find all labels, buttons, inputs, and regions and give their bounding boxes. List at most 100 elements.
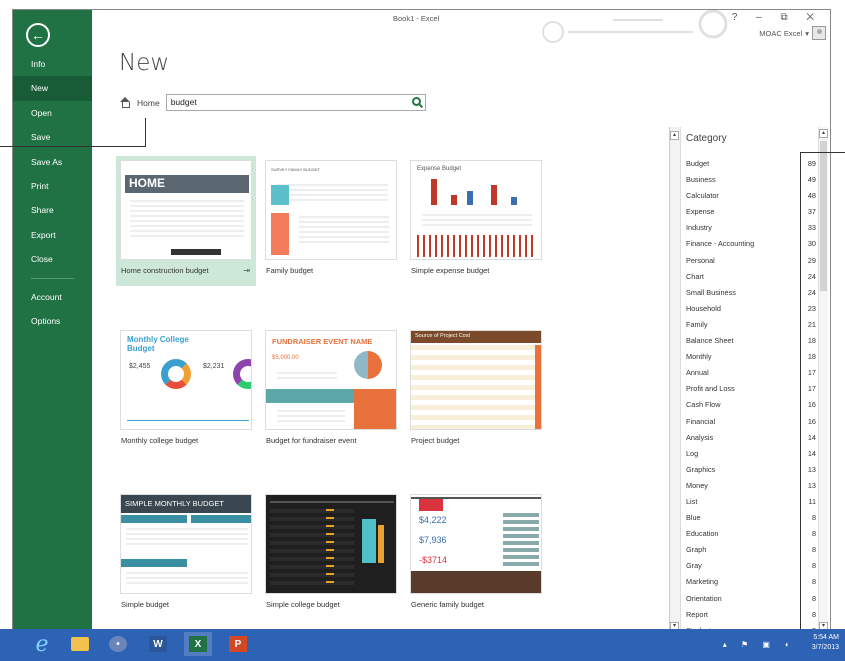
avatar[interactable] (812, 26, 826, 40)
template-tile[interactable]: Monthly College Budget $2,455 $2,231 Mon… (116, 326, 256, 456)
category-item[interactable]: Education 8 (686, 526, 816, 542)
callout-line (0, 146, 146, 147)
home-link[interactable]: Home (137, 98, 160, 108)
word-icon[interactable]: W (144, 632, 172, 656)
category-name: Orientation (686, 593, 722, 603)
user-name[interactable]: MOAC Excel (759, 29, 802, 38)
category-item[interactable]: Household 23 (686, 301, 816, 317)
template-tile[interactable]: HOME Home construction budget ⇥ (116, 156, 256, 286)
category-item[interactable]: Balance Sheet 18 (686, 333, 816, 349)
thumb-value: $4,222 (419, 515, 447, 525)
category-count: 8 (811, 529, 816, 539)
category-name: Cash Flow (686, 400, 721, 410)
category-item[interactable]: Expense 37 (686, 204, 816, 220)
sidebar-item-export[interactable]: Export (13, 223, 92, 247)
category-name: Gray (686, 561, 702, 571)
sidebar-item-account[interactable]: Account (13, 285, 92, 309)
sidebar-item-new[interactable]: New (13, 76, 92, 101)
sidebar-item-info[interactable]: Info (13, 52, 92, 76)
template-thumbnail: $4,222 $7,936 -$3714 (410, 494, 542, 594)
template-label: Simple college budget (266, 600, 340, 609)
thumb-value: $2,455 (129, 363, 151, 370)
category-item[interactable]: Business 49 (686, 172, 816, 188)
category-item[interactable]: Finance - Accounting 30 (686, 236, 816, 252)
search-icon[interactable] (411, 97, 421, 106)
clock[interactable]: 5:54 AM 3/7/2013 (812, 633, 839, 653)
sidebar-item-share[interactable]: Share (13, 198, 92, 222)
file-explorer-icon[interactable] (66, 632, 94, 656)
category-item[interactable]: List 11 (686, 494, 816, 510)
internet-explorer-icon[interactable]: e (28, 632, 56, 657)
chevron-up-icon[interactable]: ▴ (670, 131, 679, 140)
category-item[interactable]: Orientation 8 (686, 591, 816, 607)
category-item[interactable]: Log 14 (686, 446, 816, 462)
windows-taskbar: e • W X P ▴ ⚑ ▣ ◖ 5:54 AM 3/7/2013 (0, 629, 845, 661)
media-app-icon[interactable]: • (104, 632, 132, 656)
category-item[interactable]: Marketing 8 (686, 574, 816, 590)
category-count: 37 (807, 207, 816, 217)
category-name: Small Business (686, 287, 736, 297)
template-tile[interactable]: $4,222 $7,936 -$3714 Generic family budg… (406, 490, 546, 620)
category-item[interactable]: Personal 29 (686, 253, 816, 269)
category-item[interactable]: Gray 8 (686, 558, 816, 574)
category-count: 8 (811, 609, 816, 619)
template-tile[interactable]: Simple college budget (261, 490, 401, 620)
category-name: Budget (686, 159, 710, 168)
account-area[interactable]: MOAC Excel ▾ (759, 26, 826, 40)
powerpoint-icon[interactable]: P (224, 632, 252, 656)
category-item[interactable]: Graph 8 (686, 542, 816, 558)
category-name: Monthly (686, 352, 712, 362)
sidebar-item-options[interactable]: Options (13, 309, 92, 333)
thumb-title: Monthly College Budget (127, 335, 189, 353)
template-tile[interactable]: FUNDRAISER EVENT NAME $5,000.00 Budget f… (261, 326, 401, 456)
search-input[interactable]: budget (165, 94, 426, 111)
category-item[interactable]: Budget 89 (686, 156, 816, 172)
category-name: Education (686, 529, 719, 539)
window-title: Book1 - Excel (393, 14, 440, 23)
category-item[interactable]: Report 8 (686, 607, 816, 623)
template-tile[interactable]: SIMPLE MONTHLY BUDGET Simple budget (116, 490, 256, 620)
category-item[interactable]: Analysis 14 (686, 430, 816, 446)
category-item[interactable]: Chart 24 (686, 269, 816, 285)
scroll-up-icon[interactable]: ▴ (819, 129, 828, 138)
sidebar-item-open[interactable]: Open (13, 101, 92, 125)
thumb-value: $7,936 (419, 535, 447, 545)
home-icon[interactable] (119, 97, 131, 108)
category-item[interactable]: Cash Flow 16 (686, 397, 816, 413)
template-thumbnail: Expense Budget (410, 160, 542, 260)
scrollbar-thumb[interactable] (820, 141, 827, 291)
category-count: 21 (807, 319, 816, 329)
category-item[interactable]: Profit and Loss 17 (686, 381, 816, 397)
system-tray-icons[interactable]: ▴ ⚑ ▣ ◖ (723, 640, 795, 649)
template-tile[interactable]: Expense Budget Simple expense budget (406, 156, 546, 286)
category-panel-collapse-bar[interactable]: ▴ ▾ (670, 127, 681, 637)
category-item[interactable]: Family 21 (686, 317, 816, 333)
category-item[interactable]: Money 13 (686, 478, 816, 494)
template-tile[interactable]: SURVEY FAMILY BUDGET Family budget (261, 156, 401, 286)
category-name: Annual (686, 368, 709, 378)
category-item[interactable]: Small Business 24 (686, 285, 816, 301)
category-item[interactable]: Blue 8 (686, 510, 816, 526)
sidebar-item-save-as[interactable]: Save As (13, 150, 92, 174)
category-scrollbar[interactable]: ▴ ▾ (818, 127, 828, 637)
category-count: 48 (807, 191, 816, 201)
category-item[interactable]: Annual 17 (686, 365, 816, 381)
template-tile[interactable]: Source of Project Cost Project budget (406, 326, 546, 456)
chevron-down-icon[interactable]: ▾ (805, 29, 809, 38)
category-item[interactable]: Financial 16 (686, 414, 816, 430)
back-arrow-icon[interactable]: ← (26, 23, 50, 47)
thumb-title: SURVEY FAMILY BUDGET (271, 167, 321, 172)
excel-icon[interactable]: X (184, 632, 212, 656)
category-item[interactable]: Industry 33 (686, 220, 816, 236)
sidebar-item-close[interactable]: Close (13, 247, 92, 271)
pin-icon[interactable]: ⇥ (243, 266, 250, 275)
template-label: Monthly college budget (121, 436, 199, 445)
window-controls[interactable]: ? – ⧉ ✕ (732, 12, 822, 23)
category-item[interactable]: Monthly 18 (686, 349, 816, 365)
sidebar-item-print[interactable]: Print (13, 174, 92, 198)
page-title: New (119, 50, 170, 76)
template-label: Home construction budget (121, 266, 209, 275)
backstage-sidebar: ← Info New Open Save Save As Print Share… (13, 10, 92, 638)
category-item[interactable]: Calculator 48 (686, 188, 816, 204)
category-item[interactable]: Graphics 13 (686, 462, 816, 478)
